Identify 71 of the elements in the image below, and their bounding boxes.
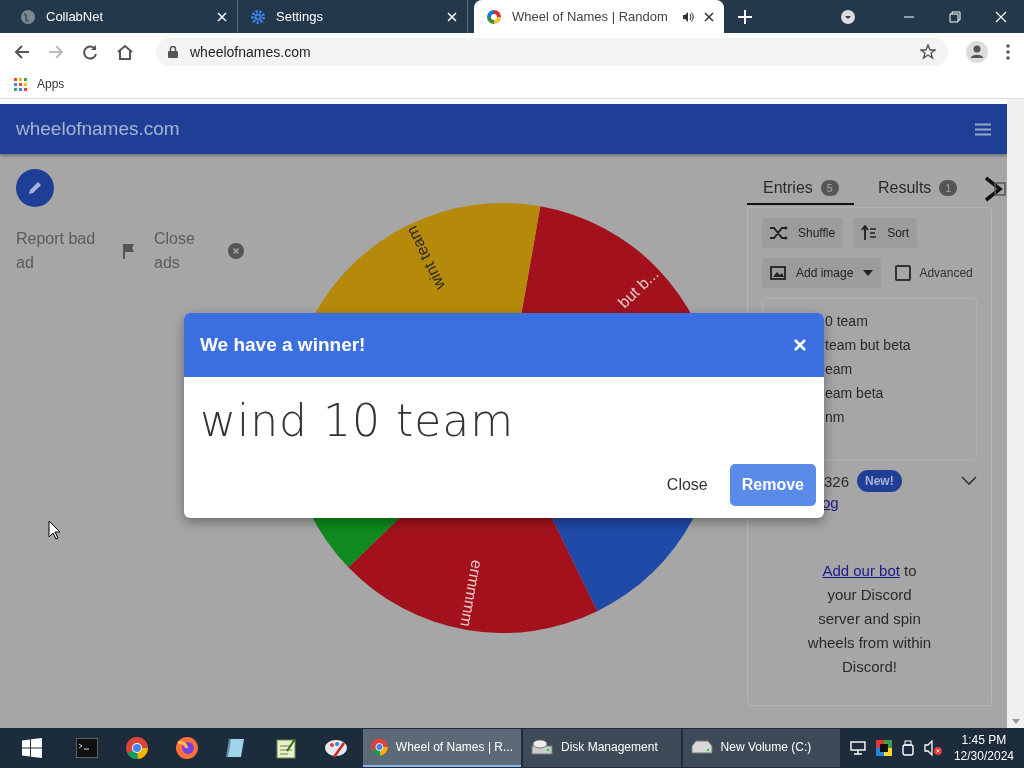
globe-icon [20,8,36,25]
chrome-icon[interactable] [125,737,148,759]
pencil-icon [27,180,43,196]
sort-icon [861,225,878,241]
tab-title: CollabNet [46,9,105,24]
muted-speaker-icon[interactable] [924,740,942,756]
paint-icon[interactable] [324,737,349,759]
apps-grid-icon [14,77,27,91]
disk-drive-icon [531,738,553,756]
bot-link[interactable]: Add our bot [822,562,900,579]
add-image-button[interactable]: Add image [762,258,882,288]
count-badge: 5 [820,179,839,196]
bookmark[interactable]: Apps [14,77,65,91]
chevron-down-icon[interactable] [961,476,977,486]
panel-tab[interactable]: Results 1 [862,172,974,205]
panel-tab[interactable]: Entries 5 [747,172,854,205]
speaker-icon[interactable] [682,10,694,23]
shuffle-button[interactable]: Shuffle [762,218,844,248]
address-bar[interactable]: wheelofnames.com [156,37,948,66]
edit-button[interactable] [16,169,54,207]
wheel-label: ermmmm [457,558,486,629]
dialog-title: We have a winner! [200,334,366,356]
taskbar-button[interactable]: New Volume (C:) [682,729,841,767]
windows-start-icon[interactable] [22,738,42,758]
star-icon[interactable] [920,43,936,60]
home-icon[interactable] [116,43,134,60]
chrome-icon [371,737,388,757]
tab-title: Settings [276,9,324,24]
usb-icon[interactable] [902,740,914,756]
color-palette-icon[interactable] [876,740,893,756]
wheel-logo-icon [486,8,502,25]
gear-icon [250,8,266,25]
restore-icon[interactable] [949,10,961,23]
advanced-checkbox[interactable]: Advanced [895,265,973,281]
mouse-cursor-icon [48,520,61,540]
wheel-label: wint team [402,223,449,293]
winner-name: wind 10 team [199,394,516,446]
drive-icon [690,740,713,754]
sort-button[interactable]: Sort [853,218,918,248]
caret-icon [863,270,874,276]
close-button[interactable]: Close [654,464,720,506]
taskbar-button[interactable]: Disk Management [523,729,681,767]
menu-icon[interactable] [1006,43,1010,60]
network-icon[interactable] [850,741,867,755]
flag-icon[interactable] [122,243,136,259]
clock-date[interactable]: 12/30/2024 [953,748,1014,764]
site-title[interactable]: wheelofnames.com [16,118,180,140]
scrollbar[interactable] [1007,99,1024,728]
browser-tab[interactable]: Wheel of Names | Random [474,0,724,33]
tab-title: Wheel of Names | Random [512,9,669,24]
taskbar-button[interactable]: Wheel of Names | R... [363,729,521,767]
new-tab-icon[interactable] [738,9,752,24]
back-icon[interactable] [14,43,30,60]
new-badge: New! [857,470,902,492]
wheel-label: but b... [614,265,662,312]
menu-icon[interactable] [975,122,991,136]
reload-icon[interactable] [82,43,98,60]
image-icon [770,266,786,280]
clock-time[interactable]: 1:45 PM [961,732,1007,748]
version-number: 326 [824,472,850,490]
tab-search-icon[interactable] [840,8,856,25]
notepad-icon[interactable] [275,737,298,759]
lock-icon [168,45,178,58]
shuffle-icon [770,226,788,240]
close-icon[interactable] [704,11,714,22]
count-badge: 1 [939,179,958,196]
profile-icon[interactable] [966,40,988,63]
firefox-icon[interactable] [175,737,198,759]
terminal-icon[interactable] [75,738,98,758]
discord-promo: Add our bot to your Discord server and spin wheels from within Discord! [806,561,933,677]
remove-button[interactable]: Remove [729,464,816,506]
